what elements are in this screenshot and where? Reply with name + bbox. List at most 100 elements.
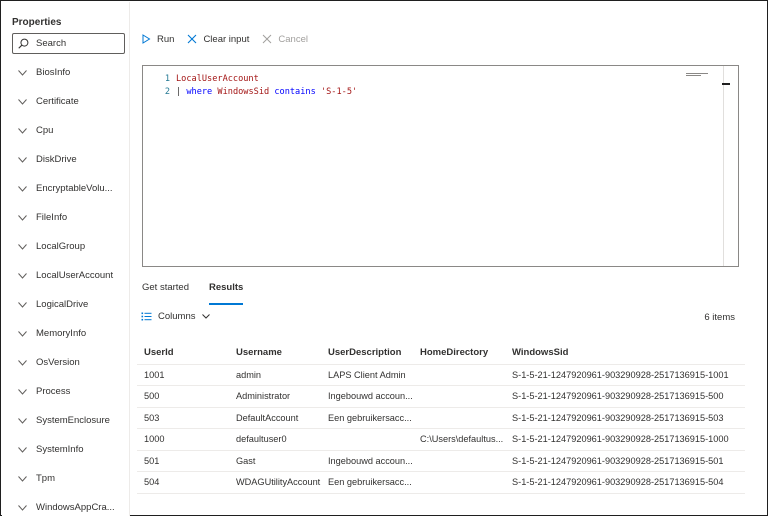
chevron-down-icon <box>18 69 27 76</box>
clear-input-button[interactable]: Clear input <box>187 34 249 45</box>
main-panel: Run Clear input Cancel 1 LocalUserAccount… <box>131 2 768 516</box>
tree-item[interactable]: FileInfo <box>2 203 130 232</box>
userid-cell: 503 <box>137 407 229 429</box>
results-table: UserId Username UserDescription HomeDire… <box>137 342 745 494</box>
chevron-down-icon <box>18 214 27 221</box>
chevron-down-icon <box>18 504 27 511</box>
tree-item-label: SystemEnclosure <box>36 415 110 426</box>
editor-minimap[interactable] <box>686 73 708 76</box>
tree-item-label: OsVersion <box>36 357 80 368</box>
tree-item-label: Tpm <box>36 473 55 484</box>
windowssid-cell: S-1-5-21-1247920961-903290928-2517136915… <box>505 385 745 408</box>
column-header-windowssid[interactable]: WindowsSid <box>505 342 745 365</box>
table-header-row: UserId Username UserDescription HomeDire… <box>137 342 745 365</box>
table-row[interactable]: 503 DefaultAccount Een gebruikersacc... S-1… <box>137 407 745 429</box>
tree-item-label: LocalUserAccount <box>36 270 114 281</box>
username-cell: admin <box>229 364 321 386</box>
userid-cell: 500 <box>137 385 229 408</box>
chevron-down-icon <box>18 417 27 424</box>
tree-item[interactable]: OsVersion <box>2 348 130 377</box>
tree-item-label: Process <box>36 386 71 397</box>
tree-item[interactable]: Tpm <box>2 464 130 493</box>
chevron-down-icon <box>18 359 27 366</box>
item-count: 6 items <box>704 312 735 323</box>
tree-item[interactable]: Certificate <box>2 87 130 116</box>
run-button[interactable]: Run <box>141 34 174 45</box>
string-literal: 'S-1-5' <box>320 87 358 97</box>
run-label: Run <box>157 33 175 45</box>
username-cell: WDAGUtilityAccount <box>229 471 321 494</box>
homedirectory-cell <box>413 407 505 429</box>
homedirectory-cell <box>413 450 505 472</box>
tree-item[interactable]: Process <box>2 377 130 406</box>
table-row[interactable]: 1001 admin LAPS Client Admin S-1-5-21-12479… <box>137 364 745 386</box>
chevron-down-icon <box>18 388 27 395</box>
editor-scrollbar[interactable] <box>723 66 724 266</box>
tree-item[interactable]: LocalUserAccount <box>2 261 130 290</box>
columns-label: Columns <box>158 311 196 322</box>
chevron-down-icon <box>201 314 210 319</box>
tree-item[interactable]: LogicalDrive <box>2 290 130 319</box>
userid-cell: 501 <box>137 450 229 472</box>
userid-cell: 1000 <box>137 428 229 451</box>
column-header-homedirectory[interactable]: HomeDirectory <box>413 342 505 365</box>
tree-item[interactable]: EncryptableVolu... <box>2 174 130 203</box>
properties-sidebar: Properties Search BiosInfo Certificate Cpu… <box>2 2 130 516</box>
search-placeholder: Search <box>36 38 67 49</box>
cancel-button[interactable]: Cancel <box>262 34 308 45</box>
chevron-down-icon <box>18 301 27 308</box>
search-input[interactable]: Search <box>12 33 125 54</box>
result-tabs: Get started Results <box>142 282 263 305</box>
columns-button[interactable]: Columns <box>141 311 210 322</box>
table-row[interactable]: 504 WDAGUtilityAccount Een gebruikersacc..… <box>137 471 745 494</box>
tree-item[interactable]: DiskDrive <box>2 145 130 174</box>
chevron-down-icon <box>18 185 27 192</box>
homedirectory-cell <box>413 364 505 386</box>
windowssid-cell: S-1-5-21-1247920961-903290928-2517136915… <box>505 364 745 386</box>
userdescription-cell <box>321 428 413 451</box>
username-cell: Gast <box>229 450 321 472</box>
tree-item-label: BiosInfo <box>36 67 71 78</box>
chevron-down-icon <box>18 127 27 134</box>
chevron-down-icon <box>18 156 27 163</box>
homedirectory-cell <box>413 471 505 494</box>
tree-item[interactable]: MemoryInfo <box>2 319 130 348</box>
userid-cell: 504 <box>137 471 229 494</box>
cancel-icon <box>263 34 272 44</box>
tab-get-started[interactable]: Get started <box>142 282 189 304</box>
windowssid-cell: S-1-5-21-1247920961-903290928-2517136915… <box>505 428 745 451</box>
windowssid-cell: S-1-5-21-1247920961-903290928-2517136915… <box>505 407 745 429</box>
tree-item[interactable]: SystemEnclosure <box>2 406 130 435</box>
tree-item-label: SystemInfo <box>36 444 84 455</box>
username-cell: DefaultAccount <box>229 407 321 429</box>
where-keyword: where <box>186 87 213 97</box>
tree-item[interactable]: SystemInfo <box>2 435 130 464</box>
tree-item-label: Cpu <box>36 125 54 136</box>
tree-item-label: MemoryInfo <box>36 328 87 339</box>
table-row[interactable]: 501 Gast Ingebouwd accoun... S-1-5-21-12479… <box>137 450 745 472</box>
userdescription-cell: Een gebruikersacc... <box>321 407 413 429</box>
tree-item-label: EncryptableVolu... <box>36 183 113 194</box>
userdescription-cell: Ingebouwd accoun... <box>321 385 413 408</box>
tree-item[interactable]: BiosInfo <box>2 58 130 87</box>
username-cell: Administrator <box>229 385 321 408</box>
windowssid-cell: S-1-5-21-1247920961-903290928-2517136915… <box>505 471 745 494</box>
column-header-username[interactable]: Username <box>229 342 321 365</box>
username-cell: defaultuser0 <box>229 428 321 451</box>
line-number: 1 <box>164 74 170 84</box>
cancel-label: Cancel <box>278 33 308 45</box>
chevron-down-icon <box>18 243 27 250</box>
tree-item[interactable]: WindowsAppCra... <box>2 493 130 522</box>
column-header-userid[interactable]: UserId <box>137 342 229 365</box>
search-icon <box>18 38 29 49</box>
column-header-userdescription[interactable]: UserDescription <box>321 342 413 365</box>
tree-item[interactable]: LocalGroup <box>2 232 130 261</box>
tree-item-label: FileInfo <box>36 212 68 223</box>
query-editor[interactable]: 1 LocalUserAccount 2 | where WindowsSid co… <box>142 65 739 267</box>
table-row[interactable]: 500 Administrator Ingebouwd accoun... S-1-5… <box>137 385 745 408</box>
table-row[interactable]: 1000 defaultuser0 C:\Users\defaultus... S-1… <box>137 428 745 451</box>
chevron-down-icon <box>18 446 27 453</box>
tab-results[interactable]: Results <box>209 282 244 305</box>
tree-item[interactable]: Cpu <box>2 116 130 145</box>
pipe-token: | <box>176 87 187 97</box>
